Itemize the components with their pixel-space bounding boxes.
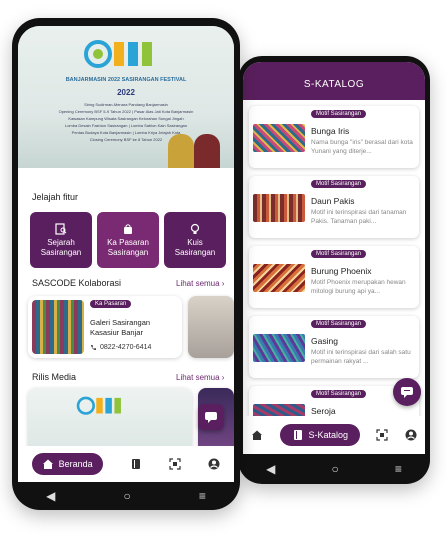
motif-image [253, 334, 305, 362]
katalog-item[interactable]: Motif Sasirangan Gasing Motif ini terins… [249, 316, 419, 378]
motif-image [253, 124, 305, 152]
qr-scan-icon[interactable] [376, 429, 389, 441]
bsf-logo [84, 40, 152, 68]
back-icon[interactable]: ◀ [46, 489, 55, 503]
chat-fab[interactable] [393, 378, 421, 406]
katalog-item[interactable]: Motif Sasirangan Burung Phoenix Motif Ph… [249, 246, 419, 308]
festival-banner[interactable]: BANJARMASIN 2022 SASIRANGAN FESTIVAL 202… [18, 26, 234, 168]
sascode-card[interactable]: Ka Pasaran Galeri Sasirangan Kasasiur Ba… [28, 296, 182, 358]
gallery-name: Galeri Sasirangan Kasasiur Banjar [90, 318, 150, 338]
rilis-title: Rilis Media [32, 372, 77, 382]
feature-label: Ka Pasaran Sasirangan [107, 237, 149, 257]
book-icon [293, 430, 302, 440]
motif-title: Burung Phoenix [311, 266, 372, 276]
sascode-card-next[interactable] [188, 296, 234, 358]
motif-description: Motif ini terinspirasi dari salah satu p… [311, 349, 411, 365]
motif-badge: Motif Sasirangan [311, 390, 367, 398]
motif-image [253, 264, 305, 292]
phone-home: BANJARMASIN 2022 SASIRANGAN FESTIVAL 202… [12, 18, 240, 510]
profile-icon[interactable] [405, 429, 417, 441]
katalog-screen: S-KATALOG Motif Sasirangan Bunga Iris Na… [243, 62, 425, 454]
schedule-line: Kawasan Kampung Wisata Sasirangan Kelura… [68, 116, 184, 121]
phone-katalog: S-KATALOG Motif Sasirangan Bunga Iris Na… [238, 56, 430, 484]
gallery-name-line: Kasasiur Banjar [90, 328, 143, 337]
recents-icon[interactable]: ≡ [395, 462, 402, 476]
katalog-header-title: S-KATALOG [303, 78, 365, 90]
chat-icon [401, 387, 413, 398]
katalog-bottom-nav: S-Katalog [243, 416, 425, 454]
gallery-phone: 0822-4270-6414 [100, 344, 152, 351]
event-date: 2022 [117, 88, 135, 97]
nav-katalog-label: S-Katalog [308, 430, 349, 440]
gallery-name-line: Galeri Sasirangan [90, 318, 151, 327]
category-badge: Ka Pasaran [90, 300, 132, 308]
motif-image [253, 194, 305, 222]
rilis-see-all-link[interactable]: Lihat semua › [176, 373, 224, 382]
recents-icon[interactable]: ≡ [199, 489, 206, 503]
katalog-item[interactable]: Motif Sasirangan Daun Pakis Motif ini te… [249, 176, 419, 238]
motif-title: Seroja [311, 406, 336, 416]
chat-icon [205, 412, 217, 423]
feature-kuis[interactable]: Kuis Sasirangan [164, 212, 226, 268]
profile-icon[interactable] [208, 458, 220, 470]
schedule-line: Lomba Desain Fashion Sasirangan | Lomba … [64, 123, 187, 128]
motif-description: Nama bunga "iris" berasal dari kota Yuna… [311, 139, 413, 155]
feature-label: Sejarah Sasirangan [40, 237, 82, 257]
system-nav-bar: ◀ ○ ≡ [238, 454, 430, 484]
motif-title: Gasing [311, 336, 338, 346]
home-icon [42, 459, 53, 469]
feature-kapasaran[interactable]: Ka Pasaran Sasirangan [97, 212, 159, 268]
schedule-line: Opening Ceremony BSF 5-9 Tahun 2022 | Pa… [58, 109, 194, 114]
nav-beranda-active[interactable]: Beranda [31, 453, 103, 475]
chat-fab[interactable] [198, 404, 224, 430]
home-circle-icon[interactable]: ○ [331, 462, 338, 476]
motif-badge: Motif Sasirangan [311, 110, 367, 118]
home-circle-icon[interactable]: ○ [123, 489, 130, 503]
sascode-see-all-link[interactable]: Lihat semua › [176, 279, 224, 288]
katalog-header: S-KATALOG [243, 62, 425, 100]
qr-scan-icon[interactable] [169, 458, 181, 470]
phone-icon [91, 345, 96, 350]
feature-label: Kuis Sasirangan [174, 237, 216, 257]
gallery-image [32, 300, 84, 354]
home-bottom-nav: Beranda [18, 446, 234, 482]
motif-description: Motif ini terinspirasi dari tanaman Paki… [311, 209, 407, 225]
motif-description: Motif Phoenix merupakan hewan mitologi b… [311, 279, 406, 295]
motif-badge: Motif Sasirangan [311, 180, 367, 188]
lightbulb-icon [190, 223, 200, 234]
back-icon[interactable]: ◀ [266, 462, 275, 476]
bsf-logo [76, 396, 121, 415]
home-icon[interactable] [251, 429, 263, 441]
katalog-item[interactable]: Motif Sasirangan Bunga Iris Nama bunga "… [249, 106, 419, 168]
book-icon[interactable] [130, 458, 142, 470]
motif-badge: Motif Sasirangan [311, 320, 367, 328]
feature-sejarah[interactable]: Sejarah Sasirangan [30, 212, 92, 268]
katalog-list: Motif Sasirangan Bunga Iris Nama bunga "… [243, 106, 425, 448]
shopping-bag-icon [124, 223, 132, 234]
home-screen: BANJARMASIN 2022 SASIRANGAN FESTIVAL 202… [18, 26, 234, 482]
system-nav-bar: ◀ ○ ≡ [12, 482, 240, 510]
nav-beranda-label: Beranda [58, 459, 93, 469]
event-title: BANJARMASIN 2022 SASIRANGAN FESTIVAL [65, 77, 187, 83]
official-photo [168, 134, 194, 168]
sascode-title: SASCODE Kolaborasi [32, 278, 122, 288]
schedule-line: Siring Sudirman-Menara Pandang Banjarmas… [84, 102, 168, 107]
nav-katalog-active[interactable]: S-Katalog [279, 424, 361, 446]
official-photo [194, 134, 220, 168]
motif-badge: Motif Sasirangan [311, 250, 367, 258]
motif-title: Bunga Iris [311, 126, 350, 136]
motif-title: Daun Pakis [311, 196, 355, 206]
book-search-icon [55, 222, 67, 235]
jelajah-title: Jelajah fitur [32, 192, 79, 202]
